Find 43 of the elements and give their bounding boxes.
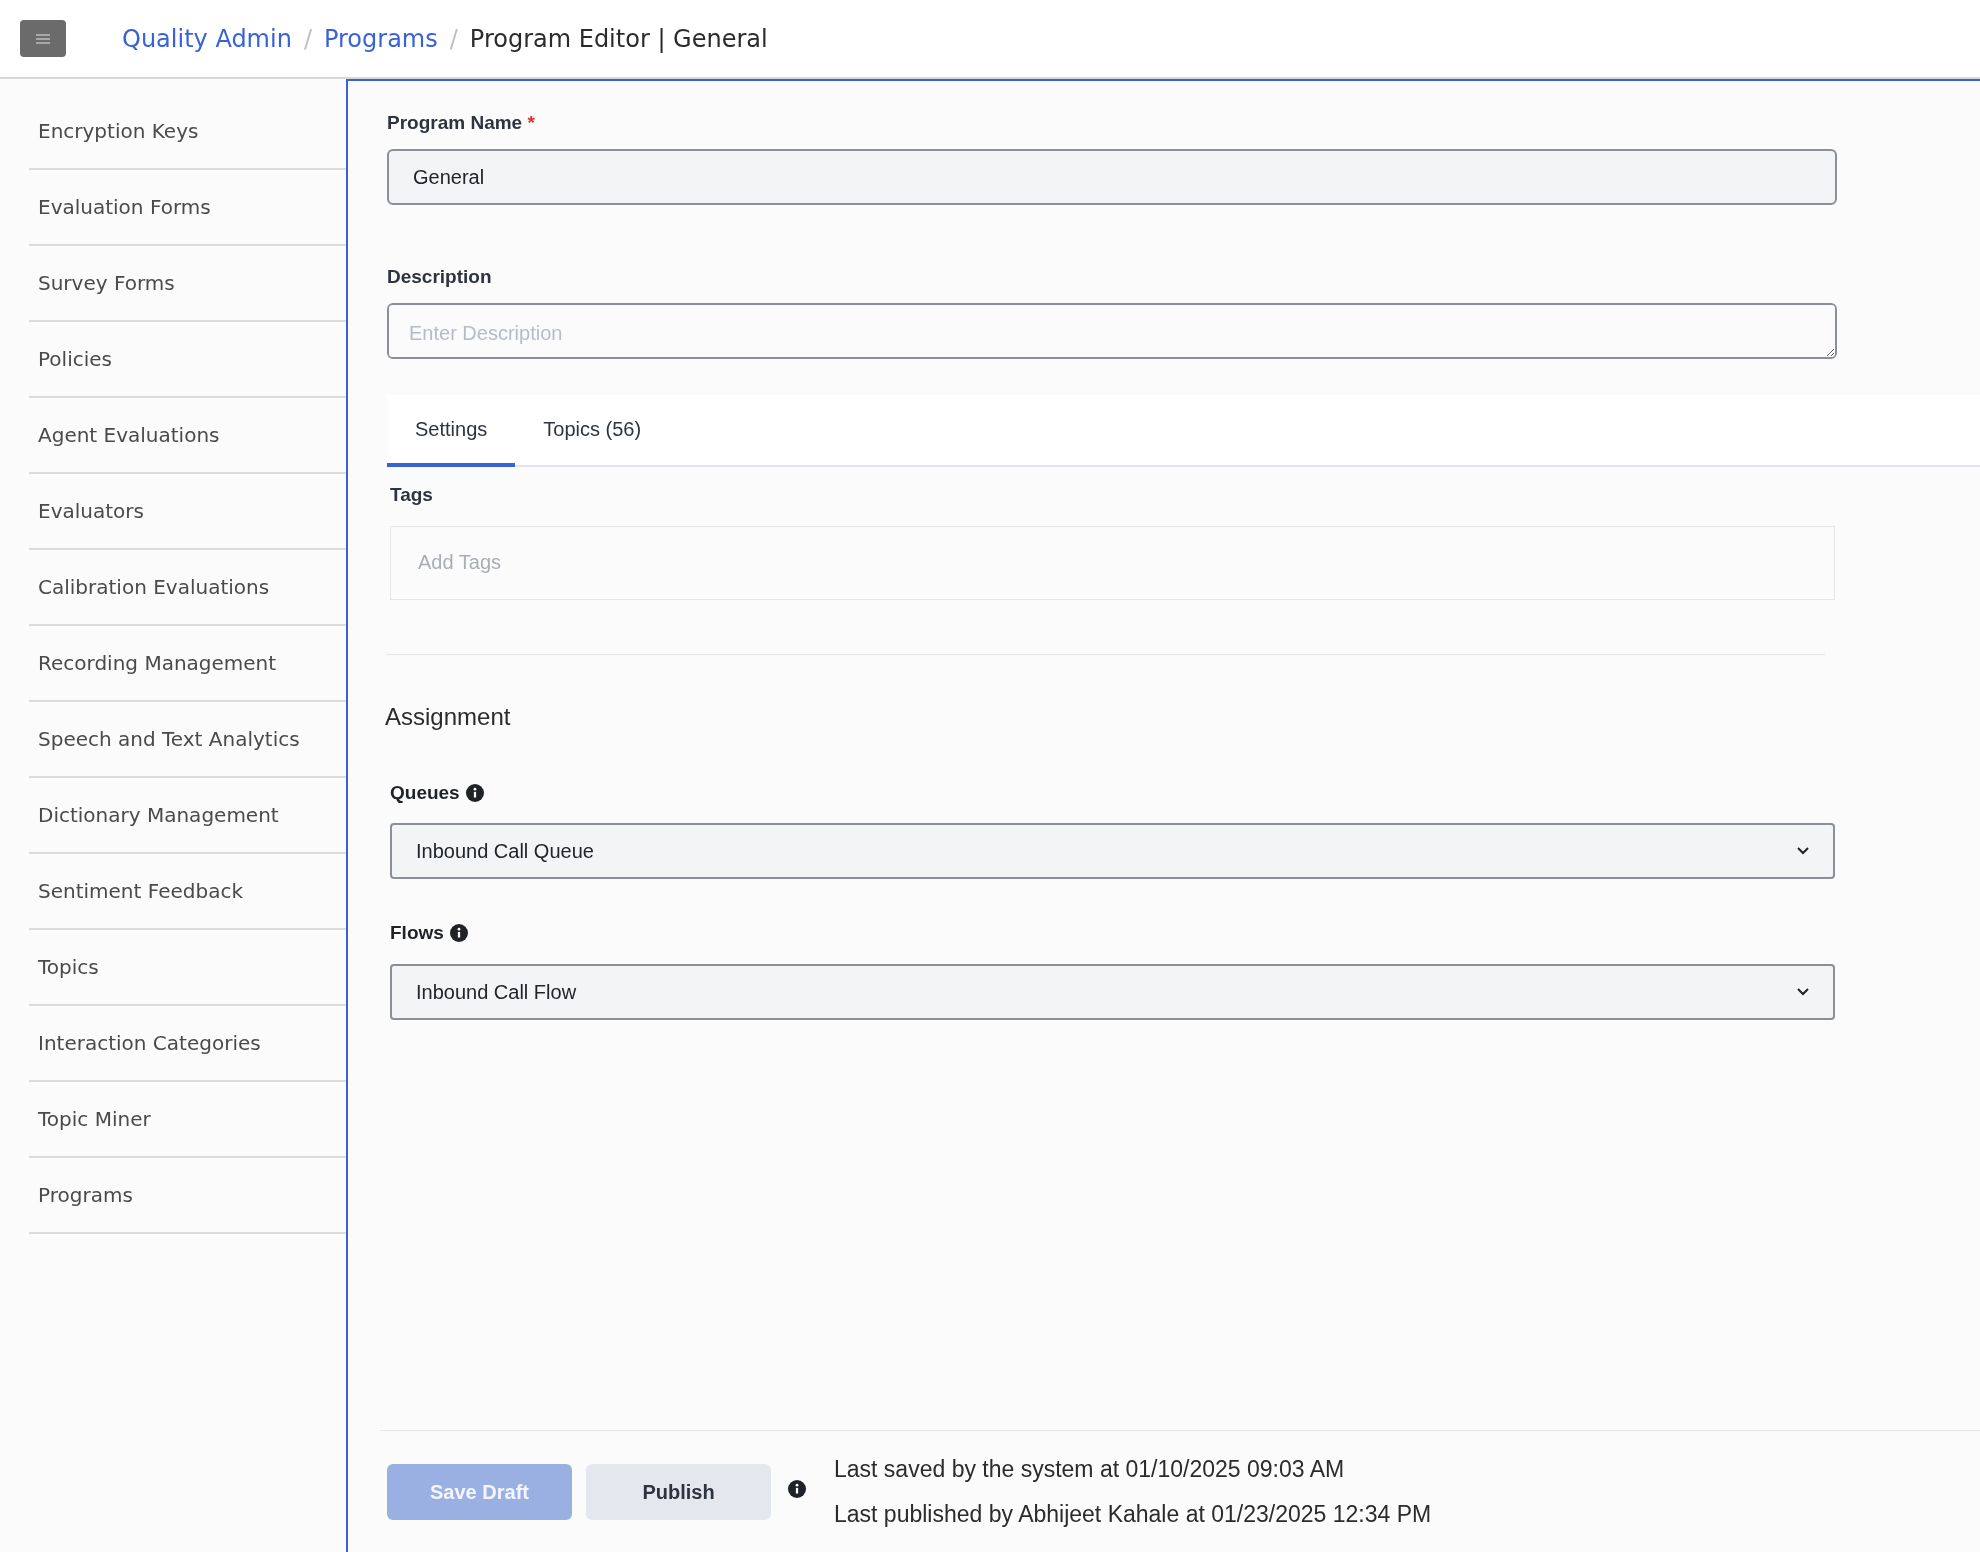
sidebar-item[interactable]: Recording Management [29, 626, 346, 702]
sidebar-item[interactable]: Interaction Categories [29, 1006, 346, 1082]
field-label: Description [387, 265, 493, 289]
publish-button[interactable]: Publish [586, 1463, 771, 1520]
sidebar-item[interactable]: Evaluation Forms [29, 170, 346, 246]
tags-input[interactable]: Add Tags [390, 525, 1835, 600]
breadcrumb-link[interactable]: Quality Admin [122, 20, 292, 57]
sidebar-item[interactable]: Calibration Evaluations [29, 550, 346, 626]
sidebar-item[interactable]: Programs [29, 1158, 346, 1234]
program-name-input[interactable]: General [387, 149, 1837, 205]
field-label: Tags [390, 483, 434, 507]
dropdown-select[interactable]: Inbound Call Queue [390, 823, 1835, 879]
status-text: Last published by Abhijeet Kahale at 01/23/2025 12:34 PM [834, 1499, 1432, 1529]
dropdown-select[interactable]: Inbound Call Flow [390, 963, 1835, 1020]
sidebar-item[interactable]: Topic Miner [29, 1082, 346, 1158]
info-icon [449, 924, 468, 943]
section-title: Assignment [385, 701, 512, 732]
sidebar-item[interactable]: Dictionary Management [29, 778, 346, 854]
menu-button[interactable] [20, 20, 66, 57]
info-icon [788, 1479, 806, 1498]
breadcrumb-separator: / [449, 23, 458, 55]
tab[interactable]: Settings [387, 395, 516, 467]
field-label: Program Name * [387, 111, 536, 135]
status-text: Last saved by the system at 01/10/2025 09:03 AM [834, 1455, 1346, 1484]
chevron-down-icon [1797, 987, 1809, 996]
sidebar-item[interactable]: Evaluators [29, 474, 346, 550]
sidebar-item[interactable]: Survey Forms [29, 246, 346, 322]
menu-icon [36, 33, 50, 44]
sidebar-item[interactable]: Topics [29, 930, 346, 1006]
sidebar-item[interactable]: Agent Evaluations [29, 398, 346, 474]
sidebar-item[interactable]: Policies [29, 322, 346, 398]
description-textarea[interactable]: Enter Description [387, 303, 1837, 359]
sidebar-item[interactable]: Encryption Keys [29, 94, 346, 170]
field-label: Queues [390, 780, 460, 805]
breadcrumb-link[interactable]: Programs [323, 20, 438, 57]
sidebar-item[interactable]: Sentiment Feedback [29, 854, 346, 930]
tab[interactable]: Topics (56) [515, 395, 670, 467]
info-icon [465, 783, 484, 802]
sidebar-item[interactable]: Speech and Text Analytics [29, 702, 346, 778]
page-title: Program Editor | General [469, 23, 768, 55]
breadcrumb-separator: / [303, 23, 312, 55]
chevron-down-icon [1797, 847, 1809, 855]
field-label: Flows [390, 921, 444, 945]
